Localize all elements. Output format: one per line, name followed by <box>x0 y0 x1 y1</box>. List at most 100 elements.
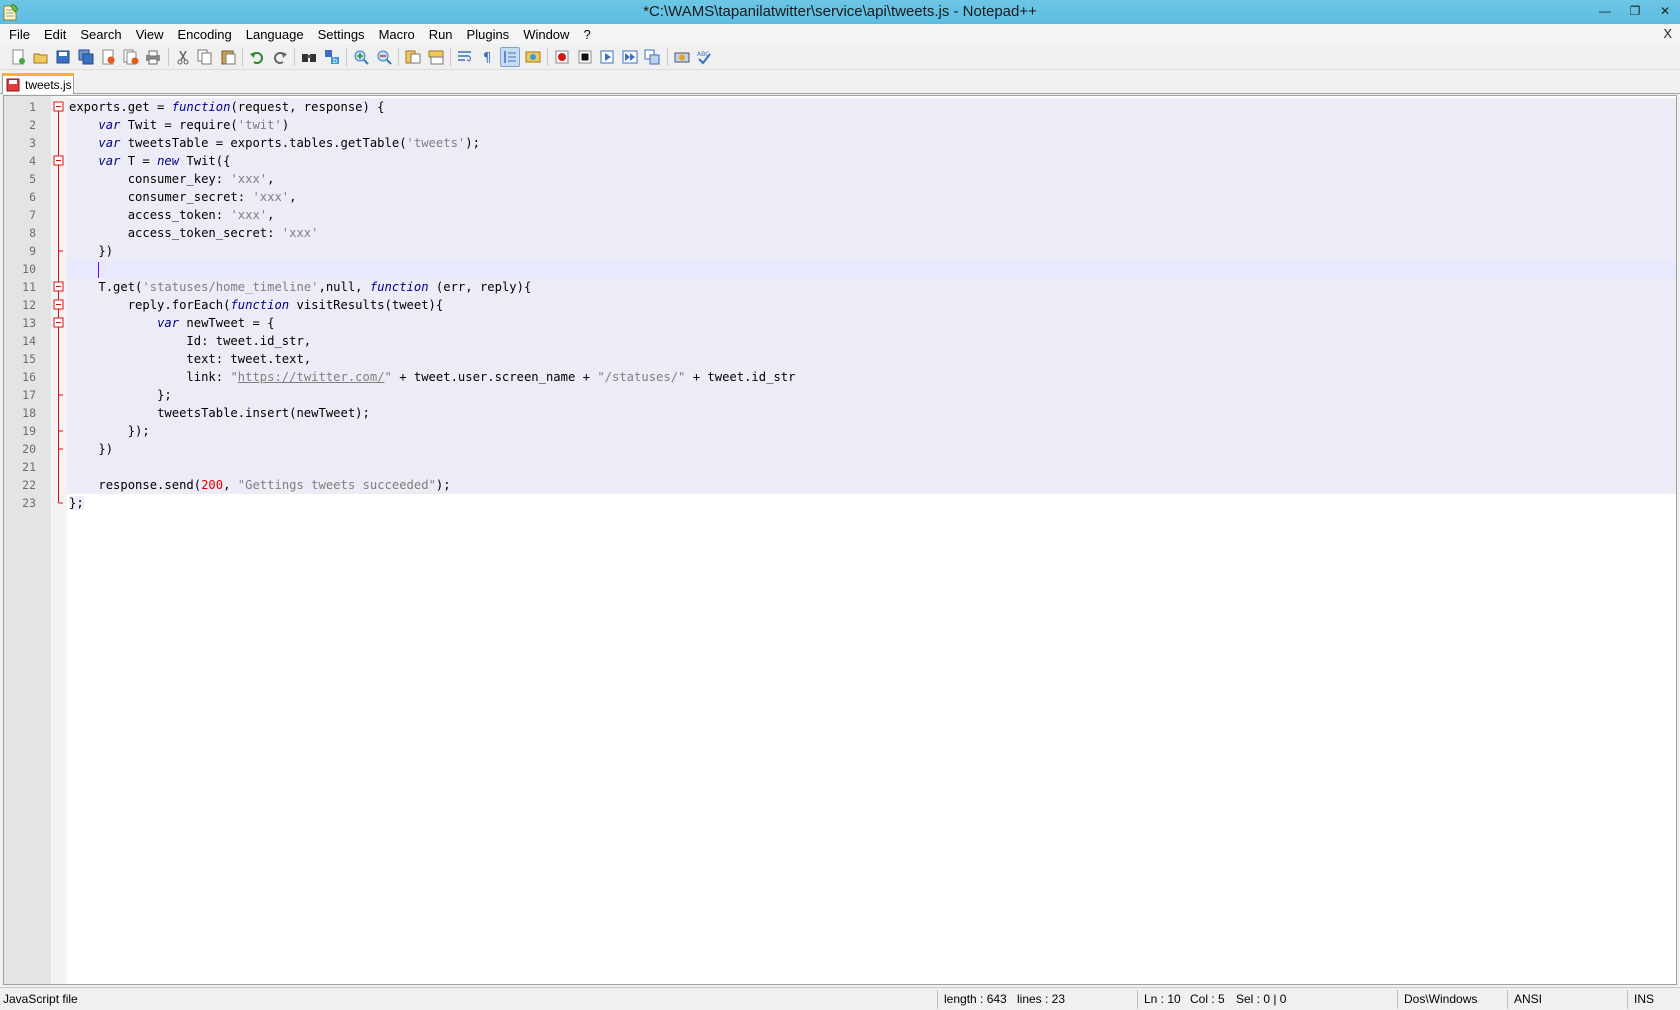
menu-encoding[interactable]: Encoding <box>171 27 239 42</box>
svg-text:b: b <box>333 57 338 65</box>
fold-minus-icon[interactable] <box>51 314 67 332</box>
fold-minus-icon[interactable] <box>51 278 67 296</box>
close-window-button[interactable]: ✕ <box>1650 0 1680 22</box>
code-line: 18 tweetsTable.insert(newTweet); <box>4 404 1676 422</box>
menu-macro[interactable]: Macro <box>372 27 422 42</box>
code-text: Id: tweet.id_str, <box>67 332 1676 350</box>
fold-line-icon <box>58 332 59 350</box>
code-text: response.send(200, "Gettings tweets succ… <box>67 476 1676 494</box>
minimize-button[interactable]: — <box>1590 0 1620 22</box>
fold-end-icon <box>58 440 63 458</box>
menu-edit[interactable]: Edit <box>37 27 73 42</box>
line-number: 19 <box>22 424 36 438</box>
replace-icon[interactable]: b <box>322 47 342 67</box>
code-line-current: 10 <box>4 260 1676 278</box>
run-macro-multiple-icon[interactable] <box>620 47 640 67</box>
toolbar-separator <box>167 47 169 66</box>
status-lines: lines : 23 <box>1017 992 1066 1006</box>
code-line: 23 }; <box>4 494 1676 512</box>
menu-run[interactable]: Run <box>422 27 460 42</box>
tab-tweets-js[interactable]: tweets.js <box>2 73 74 94</box>
show-all-chars-icon[interactable]: ¶ <box>478 47 498 67</box>
menu-view[interactable]: View <box>129 27 171 42</box>
line-number: 14 <box>22 334 36 348</box>
toolbar-separator <box>346 47 347 66</box>
code-line: 22 response.send(200, "Gettings tweets s… <box>4 476 1676 494</box>
code-line: 4 var T = new Twit({ <box>4 152 1676 170</box>
line-number: 17 <box>22 388 36 402</box>
menu-bar: File Edit Search View Encoding Language … <box>0 24 1680 44</box>
fold-line-icon <box>58 404 59 422</box>
line-number: 5 <box>29 172 36 186</box>
zoom-out-icon[interactable] <box>374 47 394 67</box>
launch-browser-icon[interactable] <box>672 47 692 67</box>
status-encoding: ANSI <box>1514 992 1543 1006</box>
new-file-icon[interactable] <box>8 47 28 67</box>
print-icon[interactable] <box>143 47 163 67</box>
save-icon[interactable] <box>53 47 73 67</box>
toolbar-separator <box>450 47 451 66</box>
sync-vertical-icon[interactable] <box>403 47 423 67</box>
fold-end-icon <box>58 494 63 504</box>
status-file-type: JavaScript file <box>3 992 78 1006</box>
spell-check-icon[interactable]: ABC <box>694 47 714 67</box>
menu-search[interactable]: Search <box>73 27 128 42</box>
redo-icon[interactable] <box>270 47 290 67</box>
toolbar-separator <box>294 47 295 66</box>
zoom-in-icon[interactable] <box>351 47 371 67</box>
status-length: length : 643 <box>944 992 1007 1006</box>
close-document-button[interactable]: X <box>1663 26 1672 41</box>
paste-icon[interactable] <box>218 47 238 67</box>
fold-line-icon <box>58 368 59 386</box>
fold-minus-icon[interactable] <box>51 98 67 116</box>
fold-minus-icon[interactable] <box>51 152 67 170</box>
code-line: 20 }) <box>4 440 1676 458</box>
toolbar-separator <box>242 47 243 66</box>
line-number: 9 <box>29 244 36 258</box>
undo-icon[interactable] <box>247 47 267 67</box>
unsaved-file-icon <box>6 78 20 92</box>
save-all-icon[interactable] <box>76 47 96 67</box>
restore-button[interactable]: ❐ <box>1620 0 1650 22</box>
code-line: 8 access_token_secret: 'xxx' <box>4 224 1676 242</box>
code-lines: 1 exports.get = function(request, respon… <box>4 98 1676 512</box>
sync-horizontal-icon[interactable] <box>426 47 446 67</box>
play-macro-icon[interactable] <box>597 47 617 67</box>
fold-end-icon <box>58 386 63 404</box>
menu-help[interactable]: ? <box>576 27 597 42</box>
cut-icon[interactable] <box>173 47 193 67</box>
menu-language[interactable]: Language <box>239 27 311 42</box>
code-editor[interactable]: 1 exports.get = function(request, respon… <box>3 95 1677 985</box>
menu-file[interactable]: File <box>2 27 37 42</box>
code-text: exports.get = function(request, response… <box>67 98 1676 116</box>
code-line: 7 access_token: 'xxx', <box>4 206 1676 224</box>
code-text: }; <box>69 496 84 510</box>
menu-settings[interactable]: Settings <box>311 27 372 42</box>
fold-end-icon <box>58 242 63 260</box>
title-bar: *C:\WAMS\tapanilatwitter\service\api\twe… <box>0 0 1680 24</box>
close-all-icon[interactable] <box>121 47 141 67</box>
close-icon[interactable] <box>98 47 118 67</box>
indent-guide-icon[interactable] <box>500 46 520 67</box>
record-macro-icon[interactable] <box>552 47 572 67</box>
code-text: var tweetsTable = exports.tables.getTabl… <box>67 134 1676 152</box>
open-file-icon[interactable] <box>31 47 51 67</box>
line-number: 3 <box>29 136 36 150</box>
line-number: 6 <box>29 190 36 204</box>
line-number: 7 <box>29 208 36 222</box>
word-wrap-icon[interactable] <box>455 47 475 67</box>
status-bar: JavaScript file length : 643 lines : 23 … <box>0 987 1680 1010</box>
stop-record-icon[interactable] <box>575 47 595 67</box>
code-text: }; <box>67 386 1676 404</box>
code-line: 19 }); <box>4 422 1676 440</box>
find-icon[interactable] <box>299 47 319 67</box>
menu-plugins[interactable]: Plugins <box>460 27 517 42</box>
fold-line-icon <box>58 206 59 224</box>
copy-icon[interactable] <box>195 47 215 67</box>
save-macro-icon[interactable] <box>642 47 662 67</box>
fold-minus-icon[interactable] <box>51 296 67 314</box>
code-line: 14 Id: tweet.id_str, <box>4 332 1676 350</box>
code-line: 6 consumer_secret: 'xxx', <box>4 188 1676 206</box>
user-language-icon[interactable] <box>523 47 543 67</box>
menu-window[interactable]: Window <box>516 27 576 42</box>
